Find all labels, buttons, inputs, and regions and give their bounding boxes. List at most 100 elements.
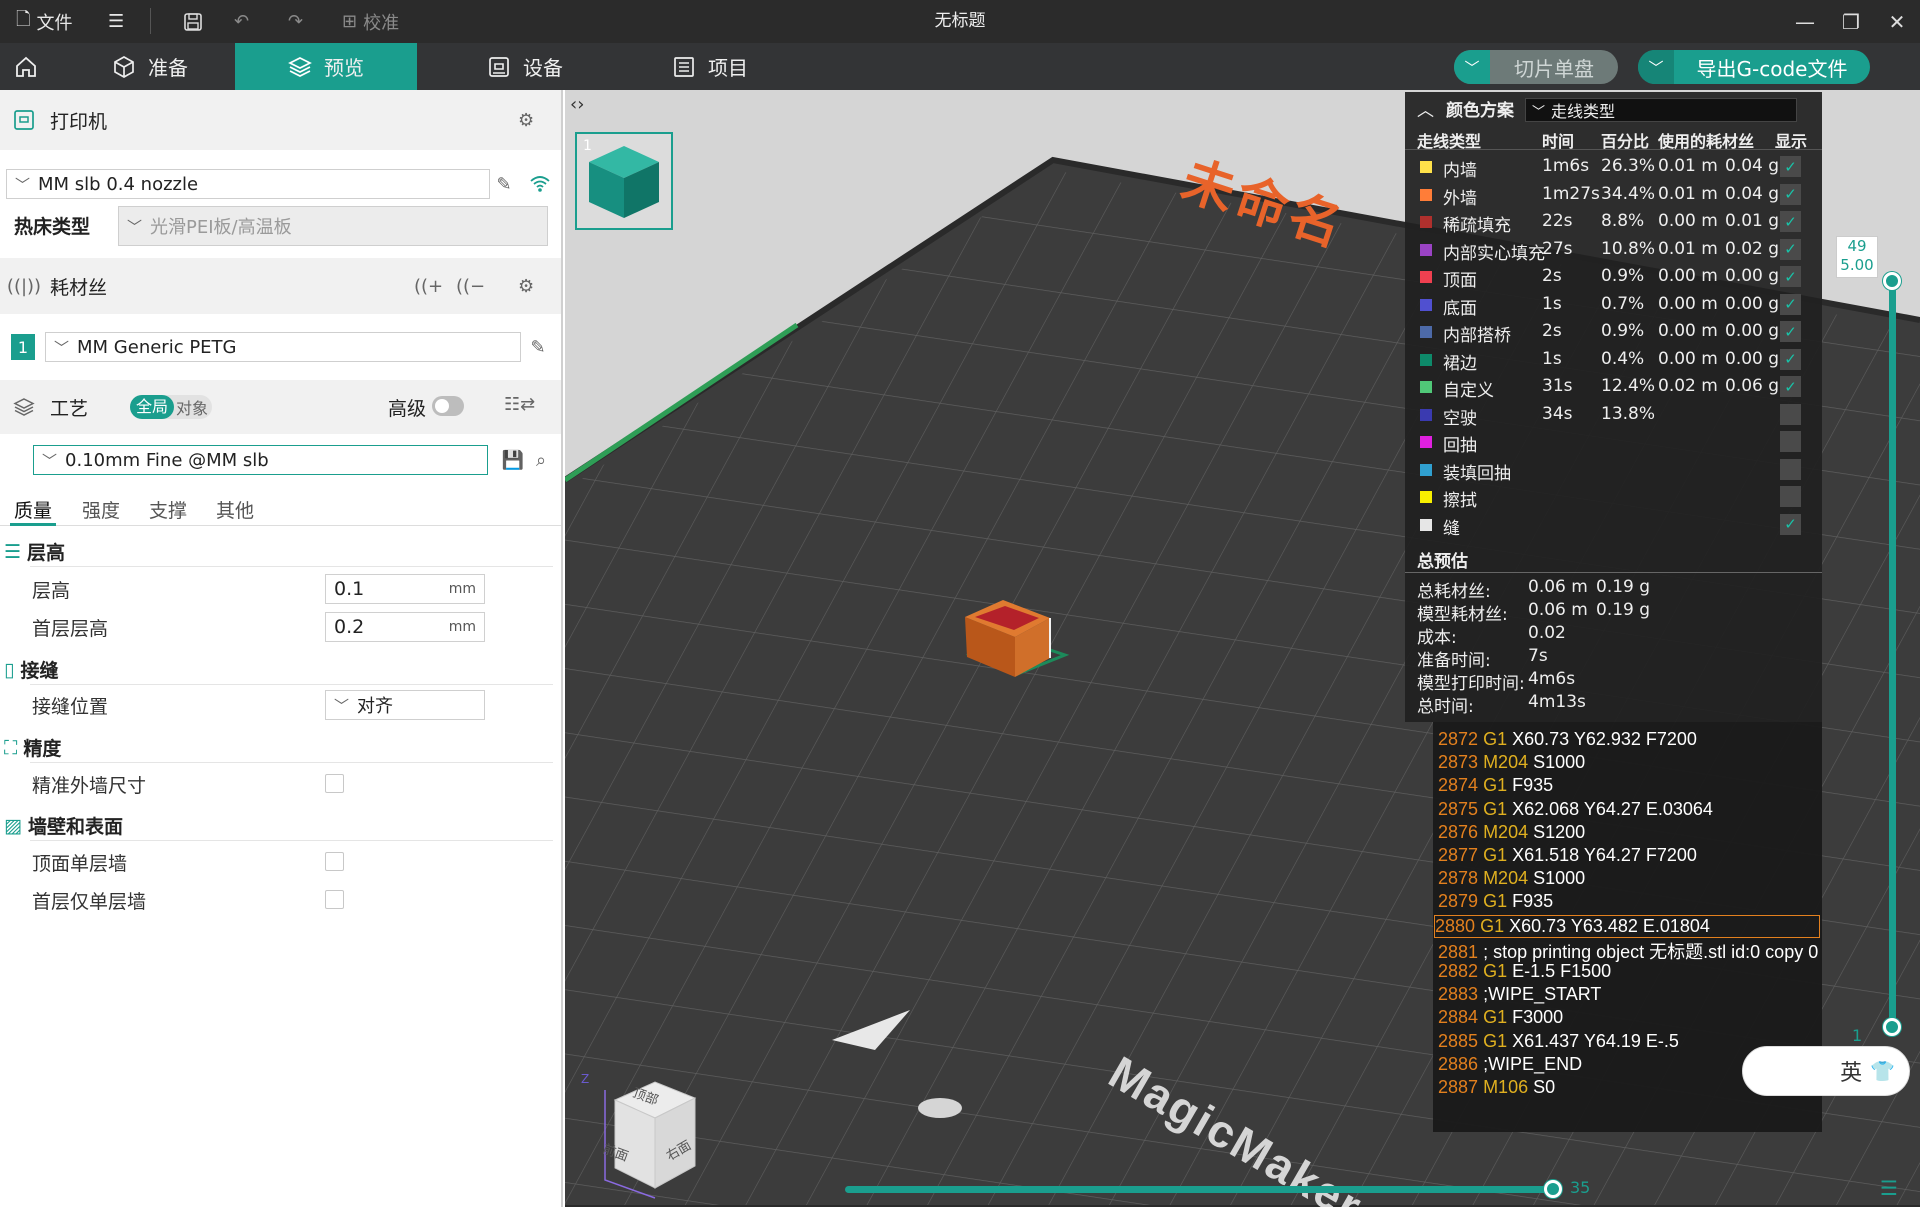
legend-row-visibility-checkbox[interactable]	[1780, 403, 1801, 425]
subtab-strength[interactable]: 强度	[82, 496, 120, 523]
save-preset-icon[interactable]: 💾	[500, 446, 526, 474]
layers-stack-icon[interactable]: ☰	[1880, 1176, 1898, 1200]
file-menu[interactable]: 🗋 文件	[16, 0, 72, 43]
group-seam-title: 接缝	[20, 660, 59, 682]
chevron-down-icon: ﹀	[42, 451, 58, 470]
legend-row-visibility-checkbox[interactable]	[1780, 486, 1801, 507]
layer-height-input[interactable]: 0.1 mm	[325, 574, 485, 604]
legend-row-visibility-checkbox[interactable]: ✓	[1780, 266, 1801, 287]
legend-row-time: 2s	[1542, 321, 1562, 341]
move-slider-handle[interactable]	[1544, 1180, 1562, 1198]
seam-position-select[interactable]: ﹀ 对齐	[325, 690, 485, 720]
save-icon[interactable]	[183, 0, 203, 43]
edit-printer-icon[interactable]: ✎	[490, 170, 518, 198]
first-layer-single-wall-checkbox[interactable]	[325, 890, 344, 909]
subtab-other[interactable]: 其他	[216, 496, 254, 523]
legend-swatch	[1420, 436, 1432, 448]
wifi-icon[interactable]	[526, 170, 554, 198]
legend-row-visibility-checkbox[interactable]	[1780, 458, 1801, 480]
printer-select[interactable]: ﹀ MM slb 0.4 nozzle	[6, 169, 490, 199]
legend-row-name: 擦拭	[1443, 491, 1477, 511]
gcode-args: F3000	[1512, 1007, 1564, 1028]
first-layer-height-value: 0.2	[334, 616, 365, 638]
filament-slot-number[interactable]: 1	[11, 334, 35, 360]
legend-row: 装填回抽	[1405, 456, 1822, 484]
close-icon[interactable]: ✕	[1874, 0, 1920, 43]
summary-value-2: 0.19 g	[1596, 600, 1651, 620]
color-scheme-select[interactable]: ﹀ 走线类型	[1525, 98, 1797, 122]
tab-prepare[interactable]: 准备	[80, 43, 220, 90]
legend-row-visibility-checkbox[interactable]: ✓	[1780, 513, 1801, 535]
global-object-toggle[interactable]: 全局 对象	[130, 395, 212, 419]
calibrate-label: 校准	[363, 12, 400, 34]
add-filament-icon[interactable]: ((+	[414, 276, 443, 297]
gcode-line-number: 2886	[1438, 1053, 1479, 1074]
top-single-wall-checkbox[interactable]	[325, 852, 344, 871]
tab-device[interactable]: 设备	[455, 43, 595, 90]
layers-icon	[288, 56, 312, 77]
main-tab-bar: 准备 预览 设备 项目 ﹀ 切片单盘 ﹀ 导出G-code文件	[0, 43, 1920, 90]
bed-type-select[interactable]: ﹀ 光滑PEI板/高温板	[118, 206, 548, 246]
gcode-line-current: 2880 G1 X60.73 Y63.482 E.01804	[1434, 914, 1820, 938]
redo-icon[interactable]: ↷	[288, 0, 303, 43]
tab-project[interactable]: 项目	[640, 43, 780, 90]
layer-slider-top-handle[interactable]	[1883, 272, 1901, 290]
legend-row-visibility-checkbox[interactable]: ✓	[1780, 348, 1801, 370]
legend-row-visibility-checkbox[interactable]: ✓	[1780, 183, 1801, 205]
gcode-command: G1	[1483, 798, 1508, 819]
move-slider[interactable]	[845, 1186, 1555, 1193]
ime-language[interactable]: 英	[1840, 1055, 1862, 1087]
gcode-line-number: 2875	[1438, 798, 1479, 819]
legend-row-length: 0.00 m	[1658, 348, 1718, 369]
slice-plate-label: 切片单盘	[1514, 56, 1594, 81]
search-icon[interactable]: ⌕	[528, 446, 554, 474]
plate-thumbnail[interactable]: 1	[575, 132, 673, 230]
filament-settings-icon[interactable]: ⚙	[518, 276, 534, 297]
legend-row-visibility-checkbox[interactable]: ✓	[1780, 156, 1801, 177]
legend-row-visibility-checkbox[interactable]: ✓	[1780, 293, 1801, 315]
edit-filament-icon[interactable]: ✎	[524, 333, 552, 361]
legend-row-visibility-checkbox[interactable]: ✓	[1780, 376, 1801, 397]
legend-swatch	[1420, 381, 1432, 393]
slice-plate-button[interactable]: ﹀ 切片单盘	[1454, 50, 1618, 84]
filament-select[interactable]: ﹀ MM Generic PETG	[45, 332, 521, 362]
slice-dropdown-chevron-icon[interactable]: ﹀	[1454, 50, 1490, 84]
chevron-up-icon[interactable]: ︿	[1417, 96, 1434, 121]
export-gcode-button[interactable]: ﹀ 导出G-code文件	[1638, 50, 1870, 84]
legend-row-visibility-checkbox[interactable]	[1780, 431, 1801, 452]
layer-slider-bottom-handle[interactable]	[1883, 1018, 1901, 1036]
subtab-quality[interactable]: 质量	[14, 496, 52, 523]
legend-row-visibility-checkbox[interactable]: ✓	[1780, 321, 1801, 342]
minimize-icon[interactable]: —	[1782, 0, 1828, 43]
legend-row-name: 外墙	[1443, 188, 1477, 209]
legend-row-length: 0.00 m	[1658, 211, 1718, 231]
tab-preview[interactable]: 预览	[235, 43, 417, 90]
process-preset-select[interactable]: ﹀ 0.10mm Fine @MM slb	[33, 445, 488, 475]
menu-list-icon[interactable]: ☰	[108, 0, 124, 43]
calibrate-icon: ⊞	[342, 11, 358, 32]
advanced-switch[interactable]	[432, 396, 464, 416]
calibrate-menu[interactable]: ⊞ 校准	[342, 0, 399, 43]
precise-wall-checkbox[interactable]	[325, 774, 344, 793]
home-icon[interactable]	[0, 43, 52, 90]
undo-icon[interactable]: ↶	[234, 0, 249, 43]
layer-height-group-icon: ☰	[4, 540, 22, 563]
printer-icon	[12, 109, 36, 131]
remove-filament-icon[interactable]: ((−	[456, 276, 485, 297]
subtab-support[interactable]: 支撑	[149, 496, 187, 523]
restore-icon[interactable]: ❐	[1828, 0, 1874, 43]
toggle-global[interactable]: 全局	[130, 395, 175, 419]
layer-slider[interactable]	[1889, 280, 1896, 1028]
printer-settings-icon[interactable]: ⚙	[518, 110, 534, 131]
ime-widget[interactable]: 英 👕	[1742, 1046, 1910, 1096]
first-layer-height-input[interactable]: 0.2 mm	[325, 612, 485, 642]
legend-row-visibility-checkbox[interactable]: ✓	[1780, 238, 1801, 260]
export-dropdown-chevron-icon[interactable]: ﹀	[1638, 50, 1674, 84]
gcode-command: G1	[1483, 891, 1508, 912]
legend-row-weight: 0.00 g	[1725, 348, 1780, 369]
compare-presets-icon[interactable]: ☷⇄	[504, 394, 535, 415]
toggle-object[interactable]: 对象	[174, 395, 208, 419]
collapse-panel-icon[interactable]: ‹›	[570, 94, 584, 115]
gcode-args: S1000	[1533, 868, 1586, 889]
legend-row-visibility-checkbox[interactable]: ✓	[1780, 211, 1801, 232]
